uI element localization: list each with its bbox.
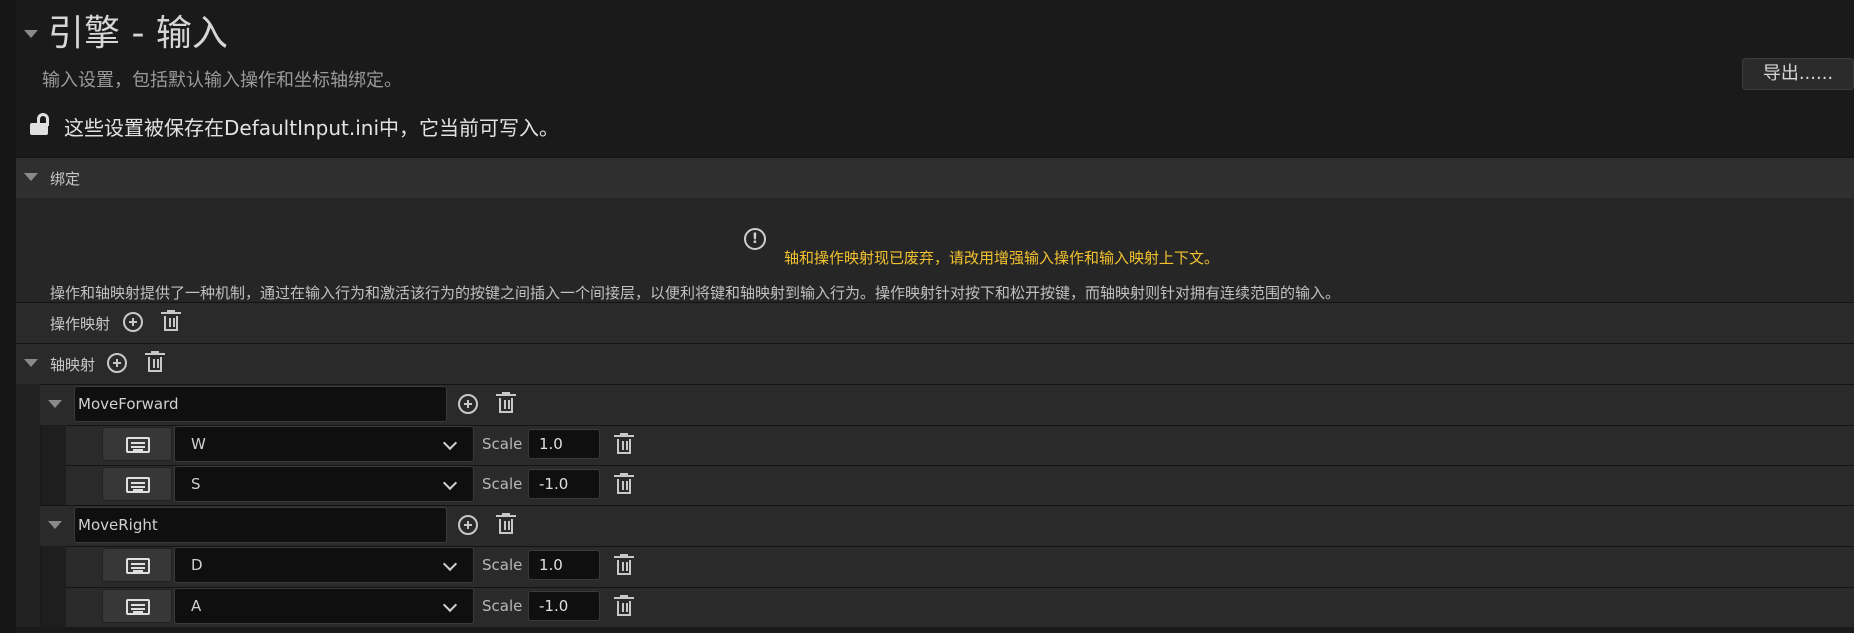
- delete-key-icon[interactable]: [614, 473, 634, 495]
- left-panel-edge: [0, 0, 16, 633]
- key-capture-button[interactable]: [102, 467, 172, 501]
- config-file-notice: 这些设置被保存在DefaultInput.ini中，它当前可写入。: [64, 116, 560, 140]
- axis-mappings-caret-icon[interactable]: [24, 359, 38, 367]
- deprecation-warning: 轴和操作映射现已废弃，请改用增强输入操作和输入映射上下文。: [784, 249, 1220, 267]
- key-capture-button[interactable]: [102, 548, 172, 582]
- unlocked-padlock-icon: [30, 113, 50, 135]
- keyboard-icon: [126, 558, 150, 574]
- key-value: A: [191, 597, 202, 615]
- delete-key-icon[interactable]: [614, 554, 634, 576]
- key-capture-button[interactable]: [102, 427, 172, 461]
- scale-label: Scale: [482, 556, 523, 574]
- scale-input[interactable]: -1.0: [528, 591, 600, 621]
- keyboard-icon: [126, 477, 150, 493]
- scale-label: Scale: [482, 475, 523, 493]
- axis-name-input[interactable]: MoveForward: [74, 386, 447, 422]
- scale-input[interactable]: 1.0: [528, 429, 600, 459]
- bindings-caret-icon[interactable]: [24, 173, 38, 181]
- chevron-down-icon: [442, 475, 458, 491]
- add-key-icon[interactable]: [458, 515, 478, 535]
- action-mappings-label: 操作映射: [50, 315, 111, 333]
- collapse-caret-icon[interactable]: [24, 30, 38, 38]
- chevron-down-icon: [442, 597, 458, 613]
- export-button[interactable]: 导出......: [1742, 58, 1854, 90]
- category-label: 绑定: [50, 170, 81, 188]
- key-value: D: [191, 556, 203, 574]
- add-axis-mapping-icon[interactable]: [107, 353, 127, 373]
- scale-label: Scale: [482, 435, 523, 453]
- keyboard-icon: [126, 599, 150, 615]
- action-mappings-row: [16, 302, 1854, 343]
- scale-input[interactable]: -1.0: [528, 469, 600, 499]
- key-capture-button[interactable]: [102, 589, 172, 623]
- key-select[interactable]: D: [174, 547, 474, 583]
- delete-key-icon[interactable]: [614, 595, 634, 617]
- keyboard-icon: [126, 437, 150, 453]
- chevron-down-icon: [442, 435, 458, 451]
- chevron-down-icon: [442, 556, 458, 572]
- add-key-icon[interactable]: [458, 394, 478, 414]
- scale-input[interactable]: 1.0: [528, 550, 600, 580]
- mapping-caret-icon[interactable]: [48, 400, 62, 408]
- key-select[interactable]: A: [174, 588, 474, 624]
- delete-action-mappings-icon[interactable]: [161, 310, 181, 332]
- indent-guide: [42, 546, 66, 633]
- axis-mappings-label: 轴映射: [50, 356, 96, 374]
- axis-name-input[interactable]: MoveRight: [74, 507, 447, 543]
- mapping-caret-icon[interactable]: [48, 521, 62, 529]
- warning-icon: !: [744, 228, 766, 250]
- key-value: W: [191, 435, 206, 453]
- axis-mappings-row: [16, 343, 1854, 384]
- page-title: 引擎 - 输入: [48, 13, 228, 54]
- key-value: S: [191, 475, 201, 493]
- delete-mapping-icon[interactable]: [496, 513, 516, 535]
- delete-mapping-icon[interactable]: [496, 392, 516, 414]
- key-select[interactable]: W: [174, 426, 474, 462]
- scale-label: Scale: [482, 597, 523, 615]
- bindings-description: 操作和轴映射提供了一种机制，通过在输入行为和激活该行为的按键之间插入一个间接层，…: [50, 284, 1341, 302]
- key-select[interactable]: S: [174, 466, 474, 502]
- category-bindings[interactable]: [16, 157, 1854, 198]
- bottom-gap: [16, 627, 1854, 633]
- delete-key-icon[interactable]: [614, 433, 634, 455]
- page-subtitle: 输入设置，包括默认输入操作和坐标轴绑定。: [42, 70, 402, 91]
- delete-axis-mappings-icon[interactable]: [145, 351, 165, 373]
- indent-guide: [42, 425, 66, 505]
- indent-guide: [16, 384, 40, 633]
- add-action-mapping-icon[interactable]: [123, 312, 143, 332]
